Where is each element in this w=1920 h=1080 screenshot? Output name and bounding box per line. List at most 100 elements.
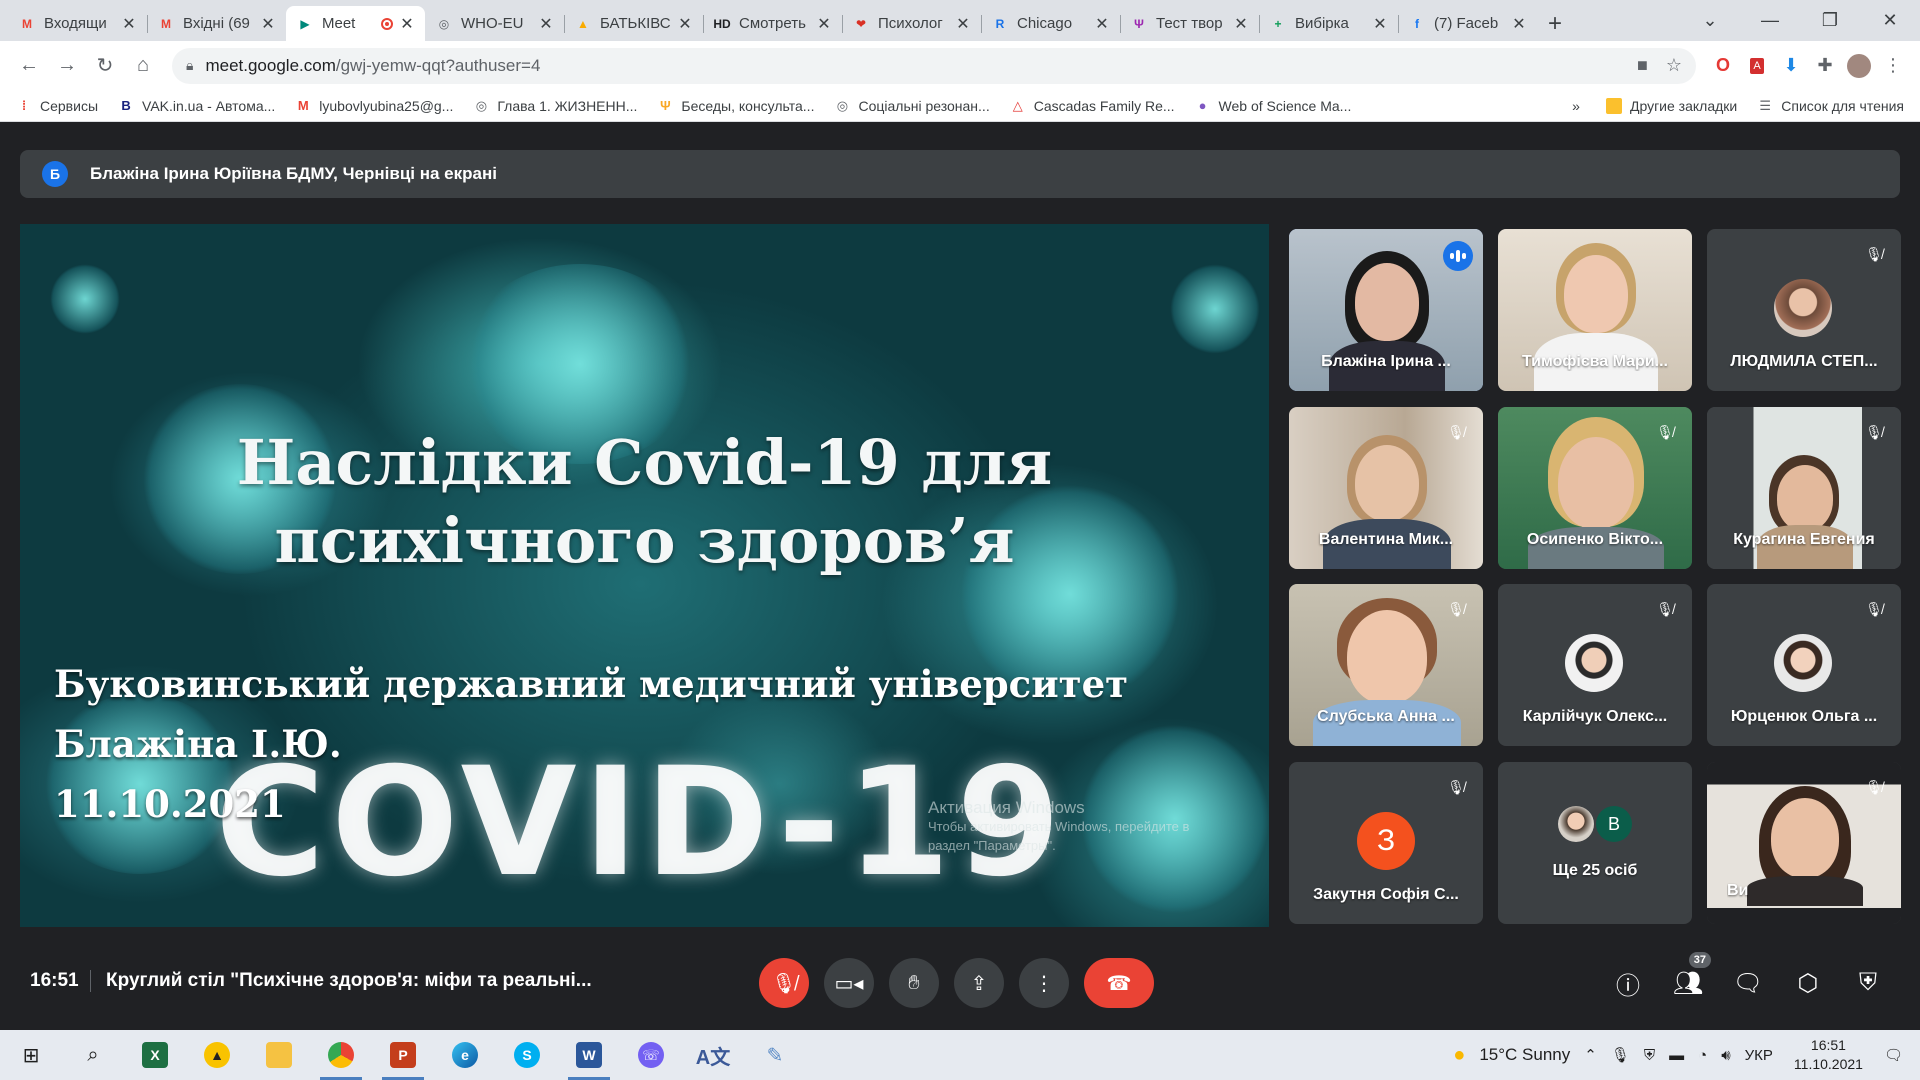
close-tab-icon[interactable]: ✕ — [677, 14, 693, 34]
taskbar-clock[interactable]: 16:51 11.10.2021 — [1794, 1036, 1863, 1074]
maximize-button[interactable]: ❐ — [1800, 0, 1860, 41]
bookmark-item[interactable]: ◎ Соціальні резонан... — [834, 98, 990, 114]
chrome-taskbar-button[interactable] — [310, 1030, 372, 1080]
participant-name: Слубська Анна ... — [1317, 708, 1455, 725]
network-icon[interactable]: ◔ — [1698, 1047, 1707, 1064]
paint-taskbar-button[interactable]: ✎ — [744, 1030, 806, 1080]
security-tray-icon[interactable]: ⛨ — [1644, 1047, 1655, 1064]
self-view-tile[interactable]: 🎙︎̸ Ви — [1707, 762, 1901, 924]
participant-tile[interactable]: 🎙︎̸ Юрценюк Ольга ... — [1707, 584, 1901, 746]
participant-tile[interactable]: 🎙︎̸ ЛЮДМИЛА СТЕП... — [1707, 229, 1901, 391]
chat-button[interactable]: 🗨︎ — [1725, 960, 1771, 1006]
browser-tab[interactable]: ❤ Психолог ✕ — [842, 6, 981, 41]
start-button[interactable]: ⊞ — [0, 1030, 62, 1080]
weather-text[interactable]: 15°C Sunny — [1479, 1045, 1570, 1065]
close-tab-icon[interactable]: ✕ — [538, 14, 554, 34]
bookmark-item[interactable]: △ Cascadas Family Re... — [1010, 98, 1175, 114]
bookmark-item[interactable]: ● Web of Science Ma... — [1195, 98, 1352, 114]
bookmark-item[interactable]: B VAK.in.ua - Автома... — [118, 98, 275, 114]
bookmark-item[interactable]: Mlyubovlyubina25@g... — [295, 98, 454, 114]
close-tab-icon[interactable]: ✕ — [955, 14, 971, 34]
bookmarks-overflow-chevron[interactable]: » — [1572, 98, 1580, 114]
language-indicator[interactable]: УКР — [1745, 1047, 1773, 1064]
microphone-tray-icon[interactable]: 🎙︎ — [1611, 1046, 1630, 1064]
participant-tile[interactable]: 🎙︎̸ Курагина Евгения — [1707, 407, 1901, 569]
close-tab-icon[interactable]: ✕ — [1511, 14, 1527, 34]
word-taskbar-button[interactable]: W — [558, 1030, 620, 1080]
browser-tab[interactable]: + Вибірка ✕ — [1259, 6, 1398, 41]
search-button[interactable]: ⌕ — [62, 1030, 124, 1080]
close-tab-icon[interactable]: ✕ — [1094, 14, 1110, 34]
people-button[interactable]: 👥︎ 37 — [1665, 952, 1711, 1006]
profile-avatar[interactable] — [1842, 49, 1876, 83]
present-screen-button[interactable]: ⇪ — [954, 958, 1004, 1008]
participant-tile[interactable]: З 🎙︎̸ Закутня Софія С... — [1289, 762, 1483, 924]
participant-tile[interactable]: 🎙︎̸ Слубська Анна ... — [1289, 584, 1483, 746]
tray-expand-icon[interactable]: ⌃ — [1584, 1046, 1597, 1064]
pdf-extension-icon[interactable]: A — [1740, 49, 1774, 83]
browser-tab[interactable]: ▲ БАТЬКІВС ✕ — [564, 6, 703, 41]
host-controls-button[interactable]: ⛨ — [1845, 960, 1891, 1006]
reading-list[interactable]: ☰ Список для чтения — [1757, 98, 1904, 114]
close-tab-icon[interactable]: ✕ — [1233, 14, 1249, 34]
forward-button[interactable]: → — [48, 47, 86, 85]
bookmark-item[interactable]: ⁞ Сервисы — [16, 98, 98, 114]
participant-tile[interactable]: Блажіна Ірина ... — [1289, 229, 1483, 391]
other-bookmarks[interactable]: Другие закладки — [1605, 97, 1737, 114]
camera-blocked-icon[interactable]: ■ — [1637, 55, 1648, 76]
leave-call-button[interactable]: ☎︎ — [1084, 958, 1154, 1008]
close-tab-icon[interactable]: ✕ — [399, 14, 415, 34]
weather-sun-icon[interactable]: ● — [1453, 1044, 1465, 1067]
more-participants-tile[interactable]: B Ще 25 осіб — [1498, 762, 1692, 924]
presenter-text: Блажіна Ірина Юріївна БДМУ, Чернівці на … — [90, 164, 497, 183]
close-tab-icon[interactable]: ✕ — [260, 14, 276, 34]
home-button[interactable]: ⌂ — [124, 47, 162, 85]
participant-tile[interactable]: 🎙︎̸ Осипенко Вікто... — [1498, 407, 1692, 569]
meeting-details-button[interactable]: ⓘ — [1605, 960, 1651, 1006]
extensions-puzzle-icon[interactable]: ✚ — [1808, 49, 1842, 83]
address-bar[interactable]: 🔒︎ meet.google.com/gwj-yemw-qqt?authuser… — [172, 47, 1696, 84]
browser-tab[interactable]: R Chicago ✕ — [981, 6, 1120, 41]
viber-taskbar-button[interactable]: ☏ — [620, 1030, 682, 1080]
close-tab-icon[interactable]: ✕ — [816, 14, 832, 34]
reload-button[interactable]: ↻ — [86, 47, 124, 85]
browser-tab[interactable]: f (7) Faceb ✕ — [1398, 6, 1537, 41]
activities-button[interactable]: ⬡ — [1785, 960, 1831, 1006]
file-explorer-button[interactable] — [248, 1030, 310, 1080]
browser-tab[interactable]: ▶ Meet ✕ — [286, 6, 425, 41]
participant-tile[interactable]: 🎙︎̸ Карлійчук Олекс... — [1498, 584, 1692, 746]
browser-tab[interactable]: Ψ Тест твор ✕ — [1120, 6, 1259, 41]
close-tab-icon[interactable]: ✕ — [1372, 14, 1388, 34]
powerpoint-taskbar-button[interactable]: P — [372, 1030, 434, 1080]
download-extension-icon[interactable]: ⬇ — [1774, 49, 1808, 83]
participant-tile[interactable]: Тимофієва Мари... — [1498, 229, 1692, 391]
bookmark-star-icon[interactable]: ☆ — [1666, 55, 1682, 76]
more-options-button[interactable]: ⋮ — [1019, 958, 1069, 1008]
excel-taskbar-button[interactable]: X — [124, 1030, 186, 1080]
close-tab-icon[interactable]: ✕ — [121, 14, 137, 34]
skype-taskbar-button[interactable]: S — [496, 1030, 558, 1080]
microphone-toggle-button[interactable]: 🎙︎̸ — [759, 958, 809, 1008]
notifications-icon[interactable]: 🗨︎ — [1884, 1046, 1903, 1064]
bookmark-item[interactable]: ◎ Глава 1. ЖИЗНЕНН... — [473, 98, 638, 114]
battery-icon[interactable]: ▬ — [1669, 1047, 1684, 1064]
opera-extension-icon[interactable]: O — [1706, 49, 1740, 83]
tab-search-icon[interactable]: ⌄ — [1680, 0, 1740, 41]
app-taskbar-button[interactable]: ▲ — [186, 1030, 248, 1080]
menu-kebab-icon[interactable]: ⋮ — [1876, 49, 1910, 83]
browser-tab[interactable]: ◎ WHO-EU ✕ — [425, 6, 564, 41]
camera-toggle-button[interactable]: ▭◂ — [824, 958, 874, 1008]
edge-taskbar-button[interactable]: e — [434, 1030, 496, 1080]
back-button[interactable]: ← — [10, 47, 48, 85]
participant-tile[interactable]: 🎙︎̸ Валентина Мик... — [1289, 407, 1483, 569]
raise-hand-button[interactable]: ✋︎ — [889, 958, 939, 1008]
browser-tab[interactable]: HD Смотреть ✕ — [703, 6, 842, 41]
bookmark-item[interactable]: Ψ Беседы, консульта... — [657, 98, 814, 114]
browser-tab[interactable]: M Входящи ✕ — [8, 6, 147, 41]
new-tab-button[interactable]: + — [1537, 6, 1573, 41]
volume-icon[interactable]: 🔊︎ — [1721, 1047, 1730, 1064]
translator-taskbar-button[interactable]: A文 — [682, 1030, 744, 1080]
close-window-button[interactable]: ✕ — [1860, 0, 1920, 41]
minimize-button[interactable]: — — [1740, 0, 1800, 41]
browser-tab[interactable]: M Вхідні (69 ✕ — [147, 6, 286, 41]
